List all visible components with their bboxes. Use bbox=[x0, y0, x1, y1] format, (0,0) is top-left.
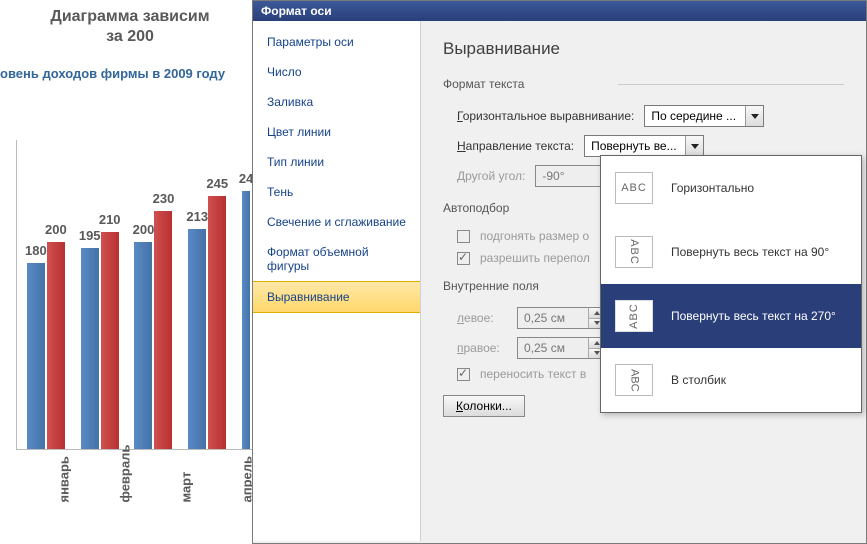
x-tick-label: январь bbox=[26, 463, 71, 503]
bar: 200 bbox=[134, 242, 152, 449]
autofit-shape-checkbox bbox=[457, 230, 470, 243]
right-margin-label: правое: bbox=[457, 341, 507, 355]
columns-button[interactable]: Колонки... bbox=[443, 395, 525, 417]
allow-overflow-label: разрешить перепол bbox=[480, 251, 590, 265]
chart-title-1: Диаграмма зависим bbox=[0, 0, 260, 28]
text-direction-icon: ABC bbox=[615, 172, 653, 204]
nav-item-5[interactable]: Тень bbox=[253, 177, 420, 207]
wrap-text-label: переносить текст в bbox=[480, 367, 586, 381]
nav-item-7[interactable]: Формат объемной фигуры bbox=[253, 237, 420, 281]
chart-title-2: за 200 bbox=[0, 28, 260, 46]
direction-option[interactable]: ABC Повернуть весь текст на 90° bbox=[601, 220, 861, 284]
chart-plot: 18020019521020023021324524 bbox=[16, 140, 260, 450]
bar: 210 bbox=[101, 232, 119, 449]
right-margin-spinner bbox=[517, 337, 605, 359]
left-margin-label: левое: bbox=[457, 311, 507, 325]
bar-value-label: 213 bbox=[186, 209, 208, 224]
nav-item-8[interactable]: Выравнивание bbox=[253, 281, 420, 313]
chart-area: Диаграмма зависим за 200 овень доходов ф… bbox=[0, 0, 260, 544]
allow-overflow-checkbox bbox=[457, 252, 470, 265]
bar-value-label: 200 bbox=[133, 222, 155, 237]
direction-combo[interactable] bbox=[584, 135, 704, 157]
bar: 180 bbox=[27, 263, 45, 449]
bar-value-label: 230 bbox=[153, 191, 175, 206]
nav-item-1[interactable]: Число bbox=[253, 57, 420, 87]
direction-value[interactable] bbox=[585, 137, 685, 155]
bar-group: 200230 bbox=[134, 211, 172, 449]
bar-group: 195210 bbox=[81, 232, 119, 449]
text-direction-icon: ABC bbox=[615, 300, 653, 332]
other-angle-label: Другой угол: bbox=[457, 169, 525, 183]
chart-x-axis: январь февраль март апрель bbox=[18, 460, 262, 505]
direction-label: Направление текста: bbox=[457, 139, 574, 153]
bar-group: 180200 bbox=[27, 242, 65, 449]
chevron-down-icon[interactable] bbox=[745, 106, 763, 126]
chevron-down-icon[interactable] bbox=[685, 136, 703, 156]
direction-option[interactable]: ABC В столбик bbox=[601, 348, 861, 412]
bar: 195 bbox=[81, 248, 99, 450]
autofit-shape-label: подгонять размер о bbox=[480, 229, 589, 243]
x-tick-label: февраль bbox=[87, 463, 132, 503]
direction-option[interactable]: ABC Повернуть весь текст на 270° bbox=[601, 284, 861, 348]
bar: 213 bbox=[188, 229, 206, 449]
h-align-label: Горизонтальное выравнивание: bbox=[457, 109, 634, 123]
text-direction-icon: ABC bbox=[615, 236, 653, 268]
text-direction-dropdown[interactable]: ABC Горизонтально ABC Повернуть весь текст … bbox=[600, 155, 862, 413]
nav-item-6[interactable]: Свечение и сглаживание bbox=[253, 207, 420, 237]
left-margin-spinner bbox=[517, 307, 605, 329]
group-margins: Внутренние поля bbox=[443, 279, 539, 293]
nav-item-3[interactable]: Цвет линии bbox=[253, 117, 420, 147]
nav-item-0[interactable]: Параметры оси bbox=[253, 27, 420, 57]
bar-value-label: 245 bbox=[206, 176, 228, 191]
direction-option-label: Горизонтально bbox=[671, 181, 754, 195]
bar-value-label: 200 bbox=[45, 222, 67, 237]
content-heading: Выравнивание bbox=[443, 39, 844, 59]
direction-option[interactable]: ABC Горизонтально bbox=[601, 156, 861, 220]
bar: 230 bbox=[154, 211, 172, 449]
chart-axis-title: овень доходов фирмы в 2009 году bbox=[0, 46, 260, 91]
bar: 245 bbox=[208, 196, 226, 449]
x-tick-label: апрель bbox=[209, 463, 254, 503]
text-direction-icon: ABC bbox=[615, 364, 653, 396]
group-text-format: Формат текста bbox=[443, 77, 524, 91]
direction-option-label: Повернуть весь текст на 270° bbox=[671, 309, 836, 323]
bar-value-label: 180 bbox=[25, 243, 47, 258]
direction-option-label: Повернуть весь текст на 90° bbox=[671, 245, 829, 259]
dialog-nav: Параметры осиЧислоЗаливкаЦвет линииТип л… bbox=[253, 21, 421, 541]
direction-option-label: В столбик bbox=[671, 373, 726, 387]
h-align-value[interactable] bbox=[645, 107, 745, 125]
bar-group: 213245 bbox=[188, 196, 226, 449]
bar-value-label: 210 bbox=[99, 212, 121, 227]
nav-item-2[interactable]: Заливка bbox=[253, 87, 420, 117]
wrap-text-checkbox bbox=[457, 368, 470, 381]
group-autofit: Автоподбор bbox=[443, 201, 509, 215]
h-align-combo[interactable] bbox=[644, 105, 764, 127]
nav-item-4[interactable]: Тип линии bbox=[253, 147, 420, 177]
bar: 200 bbox=[47, 242, 65, 449]
dialog-title: Формат оси bbox=[253, 1, 866, 21]
x-tick-label: март bbox=[148, 463, 193, 503]
bar-value-label: 195 bbox=[79, 228, 101, 243]
